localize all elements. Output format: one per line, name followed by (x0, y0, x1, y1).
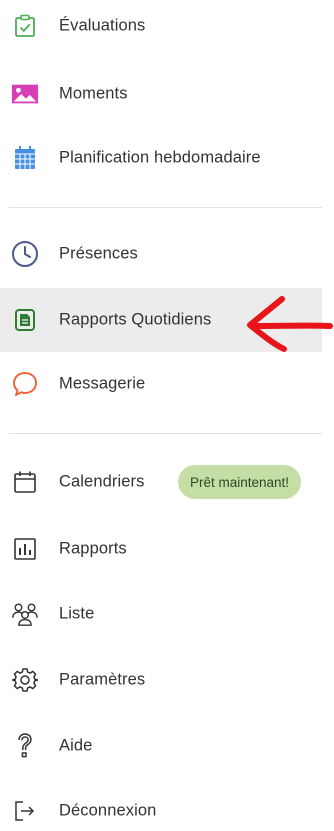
help-icon (11, 732, 39, 760)
menu-item-messaging[interactable]: Messagerie (0, 364, 322, 404)
menu-item-reports[interactable]: Rapports (0, 529, 322, 569)
clock-icon (11, 240, 39, 268)
menu-item-moments[interactable]: Moments (0, 74, 322, 114)
menu-item-label: Messagerie (59, 374, 146, 393)
menu-item-label: Déconnexion (59, 801, 157, 820)
menu-item-label: Moments (59, 84, 128, 103)
bar-chart-icon (11, 535, 39, 563)
ready-now-badge[interactable]: Prêt maintenant! (178, 465, 302, 499)
logout-icon (11, 797, 39, 825)
menu-item-label: Rapports Quotidiens (59, 310, 212, 329)
gear-icon (11, 666, 39, 694)
moments-icon (11, 80, 39, 108)
menu-divider (9, 433, 322, 434)
menu-item-label: Aide (59, 736, 93, 755)
menu-divider (9, 207, 322, 208)
menu-item-presences[interactable]: Présences (0, 234, 322, 274)
menu-item-settings[interactable]: Paramètres (0, 660, 322, 700)
menu-item-help[interactable]: Aide (0, 726, 322, 766)
people-icon (11, 600, 39, 628)
calendar-icon (11, 468, 39, 496)
menu-item-label: Paramètres (59, 670, 146, 689)
menu-item-label: Planification hebdomadaire (59, 148, 261, 167)
menu-item-logout[interactable]: Déconnexion (0, 791, 322, 831)
daily-reports-icon (11, 306, 39, 334)
menu-item-label: Calendriers (59, 472, 145, 491)
menu-item-label: Évaluations (59, 16, 146, 35)
menu-item-label: Liste (59, 604, 95, 623)
evaluations-icon (11, 12, 39, 40)
menu-item-label: Présences (59, 244, 138, 263)
menu-item-list[interactable]: Liste (0, 594, 322, 634)
menu-item-calendars[interactable]: Calendriers Prêt maintenant! (0, 462, 322, 502)
sidebar-menu: Évaluations Moments Planification hebdom… (0, 0, 334, 821)
menu-item-label: Rapports (59, 539, 127, 558)
menu-item-evaluations[interactable]: Évaluations (0, 6, 322, 46)
messaging-icon (11, 370, 39, 398)
weekly-planning-icon (11, 144, 39, 172)
menu-item-weekly-planning[interactable]: Planification hebdomadaire (0, 138, 322, 178)
annotation-arrow-icon (247, 296, 333, 352)
